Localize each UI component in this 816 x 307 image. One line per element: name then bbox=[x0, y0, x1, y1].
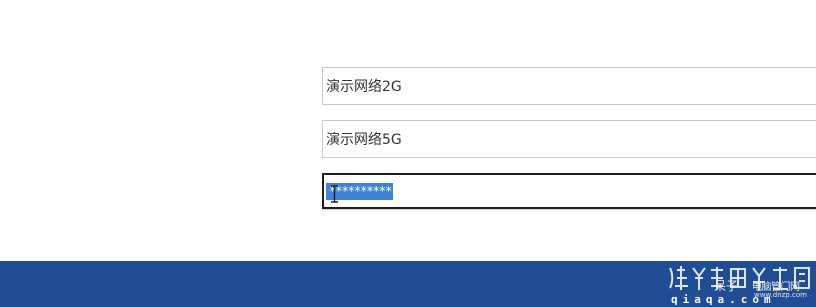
ssid-2g-value: 演示网络2G bbox=[326, 79, 402, 95]
watermark-domain: qiaqa.com bbox=[671, 293, 776, 306]
i-beam-cursor-icon bbox=[331, 185, 338, 203]
form-divider bbox=[322, 209, 816, 210]
ssid-2g-field[interactable]: 演示网络2G bbox=[322, 67, 816, 105]
ssid-5g-value: 演示网络5G bbox=[326, 132, 402, 148]
watermark-brand-name: 呆子 bbox=[714, 279, 739, 293]
password-field[interactable]: ********** bbox=[322, 173, 816, 209]
ssid-5g-field[interactable]: 演示网络5G bbox=[322, 120, 816, 158]
